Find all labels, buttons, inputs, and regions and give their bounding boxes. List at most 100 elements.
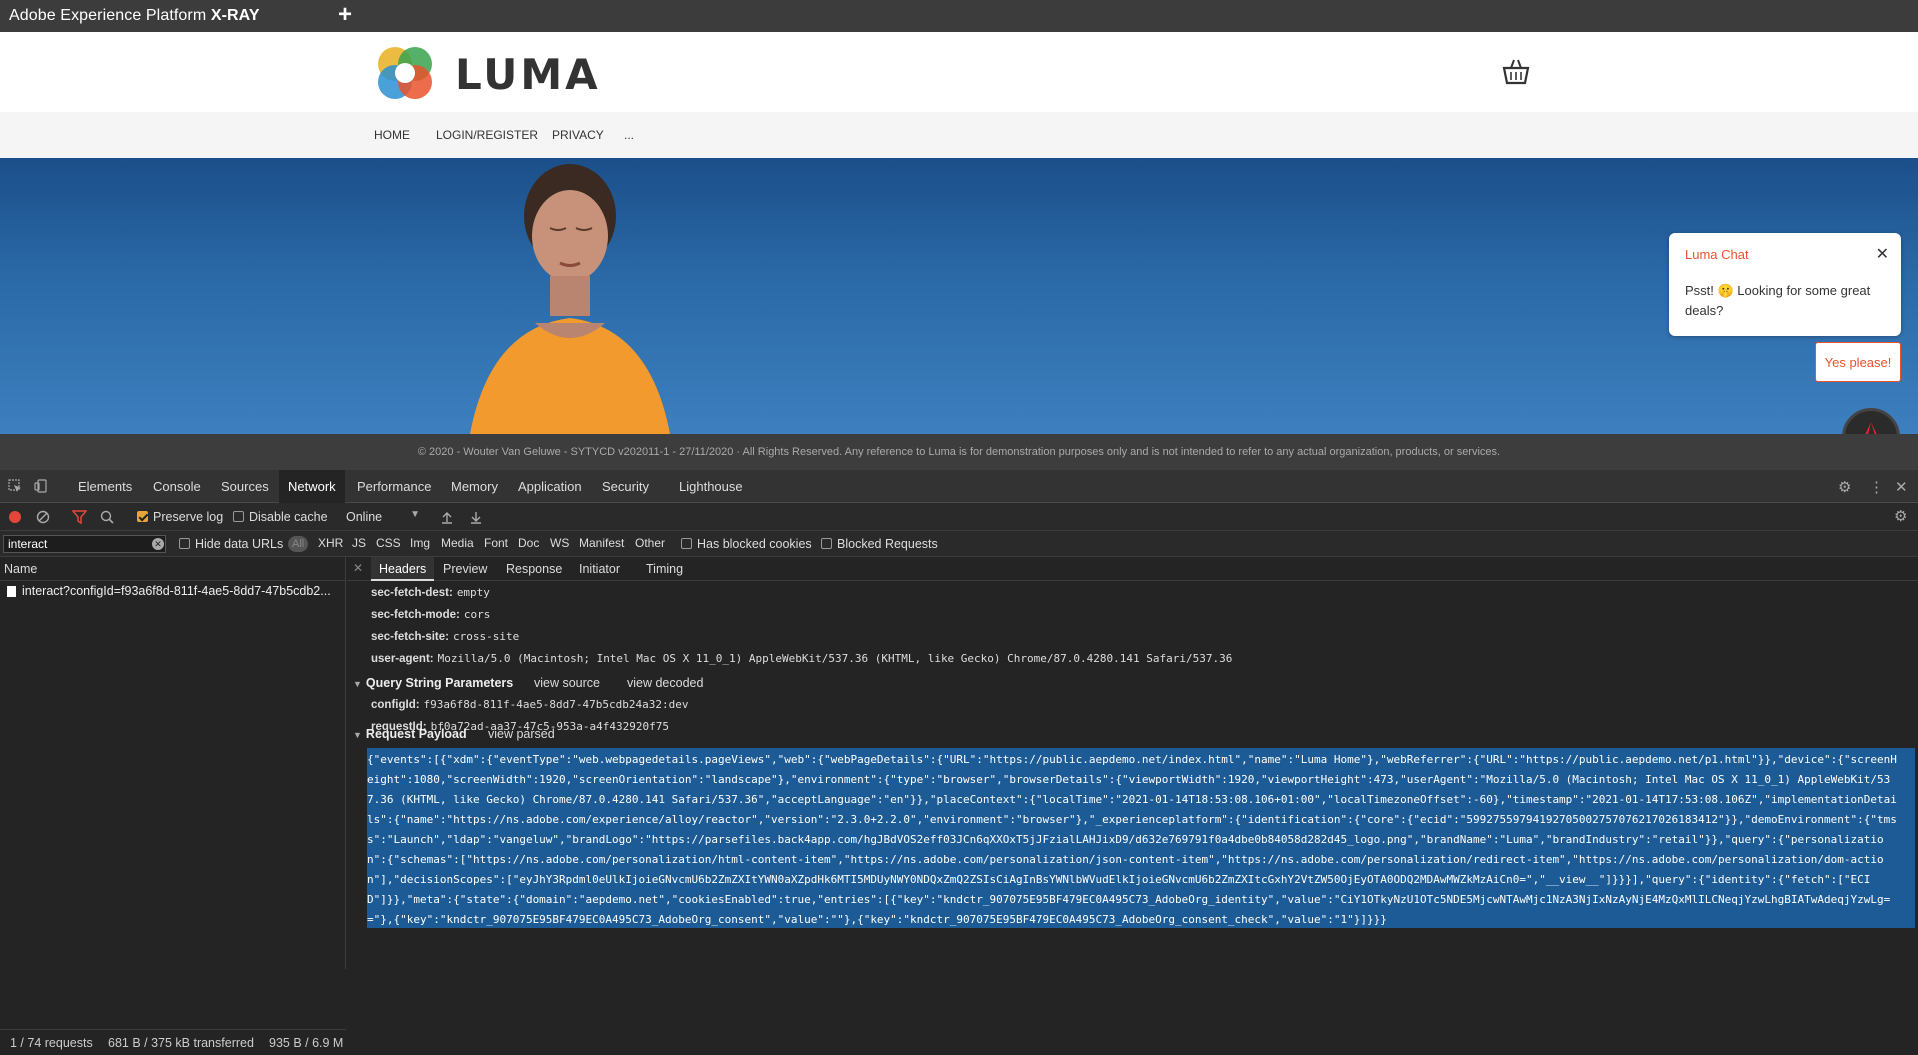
hero-person-image — [470, 164, 670, 434]
filter-icon[interactable] — [72, 510, 87, 524]
record-icon[interactable] — [8, 510, 22, 524]
devtools-tab-bar: Elements Console Sources Network Perform… — [0, 470, 1918, 503]
import-har-icon[interactable] — [441, 510, 453, 524]
nav-more[interactable]: ... — [624, 128, 634, 142]
status-resources: 935 B / 6.9 M — [269, 1036, 344, 1050]
view-source-link[interactable]: view source — [534, 676, 600, 690]
tab-elements[interactable]: Elements — [69, 470, 141, 503]
close-detail-icon[interactable]: ✕ — [353, 561, 363, 575]
chat-yes-button[interactable]: Yes please! — [1815, 342, 1901, 382]
header-row: user-agent: Mozilla/5.0 (Macintosh; Intel… — [371, 652, 1232, 665]
request-detail-pane: ✕ Headers Preview Response Initiator Tim… — [347, 557, 1918, 969]
chat-close-icon[interactable]: ✕ — [1876, 244, 1889, 264]
throttling-select[interactable]: Online ▼ — [346, 509, 420, 524]
cart-icon[interactable] — [1500, 56, 1532, 86]
network-settings-gear-icon[interactable]: ⚙ — [1894, 507, 1907, 525]
nav-login-register[interactable]: LOGIN/REGISTER — [436, 128, 538, 142]
tab-sources[interactable]: Sources — [212, 470, 278, 503]
close-devtools-icon[interactable]: ✕ — [1895, 478, 1908, 496]
nav-privacy[interactable]: PRIVACY — [552, 128, 604, 142]
has-blocked-cookies-label: Has blocked cookies — [697, 537, 812, 551]
payload-line: eight":1080,"screenWidth":1920,"screenOr… — [367, 773, 1891, 786]
view-decoded-link[interactable]: view decoded — [627, 676, 703, 690]
filter-type-doc[interactable]: Doc — [518, 536, 539, 550]
luma-logo-icon[interactable] — [373, 40, 437, 104]
expand-triangle-icon: ▼ — [353, 730, 362, 740]
search-icon[interactable] — [100, 510, 114, 524]
payload-line: 7.36 (KHTML, like Gecko) Chrome/87.0.428… — [367, 793, 1897, 806]
app-title-bold: X-RAY — [210, 7, 260, 24]
new-tab-button[interactable]: + — [338, 2, 352, 28]
tab-lighthouse[interactable]: Lighthouse — [670, 470, 752, 503]
header-value: cors — [463, 608, 491, 621]
app-title-text: Adobe Experience Platform — [9, 7, 211, 24]
chat-title: Luma Chat — [1685, 247, 1749, 262]
tab-security[interactable]: Security — [593, 470, 658, 503]
disable-cache-check-icon — [233, 511, 244, 522]
settings-gear-icon[interactable]: ⚙ — [1838, 478, 1851, 496]
header-row: sec-fetch-site: cross-site — [371, 630, 519, 643]
tab-headers[interactable]: Headers — [371, 557, 435, 581]
export-har-icon[interactable] — [470, 510, 482, 524]
tab-response[interactable]: Response — [498, 557, 570, 581]
request-payload-section-toggle[interactable]: ▼ Request Payload — [353, 727, 467, 741]
filter-type-xhr[interactable]: XHR — [318, 536, 343, 550]
filter-input[interactable] — [3, 535, 166, 553]
param-key: configId: — [371, 699, 420, 711]
preserve-log-check-icon — [137, 511, 148, 522]
nav-home[interactable]: HOME — [374, 128, 410, 142]
has-blocked-cookies-checkbox[interactable]: Has blocked cookies — [681, 537, 812, 551]
has-blocked-cookies-check-icon — [681, 538, 692, 549]
document-icon — [7, 586, 16, 597]
filter-type-all[interactable]: All — [288, 536, 309, 552]
clear-filter-icon[interactable]: ✕ — [152, 538, 164, 550]
payload-line: D"]}},"meta":{"state":{"domain":"aepdemo… — [367, 893, 1891, 906]
column-header-name[interactable]: Name — [0, 557, 346, 581]
device-toolbar-icon[interactable] — [34, 479, 48, 493]
query-string-section-toggle[interactable]: ▼ Query String Parameters — [353, 676, 513, 690]
filter-type-other[interactable]: Other — [635, 536, 665, 550]
query-section-title: Query String Parameters — [365, 676, 514, 690]
site-header: LUMA — [0, 32, 1918, 112]
view-parsed-link[interactable]: view parsed — [488, 727, 555, 741]
header-row: sec-fetch-dest: empty — [371, 586, 490, 599]
payload-section-title: Request Payload — [365, 727, 467, 741]
hide-data-urls-checkbox[interactable]: Hide data URLs — [179, 537, 283, 551]
inspect-element-icon[interactable] — [8, 479, 22, 493]
filter-type-img[interactable]: Img — [410, 536, 430, 550]
payload-line: n":{"schemas":["https://ns.adobe.com/per… — [367, 853, 1884, 866]
more-options-icon[interactable]: ⋮ — [1869, 478, 1884, 496]
tab-network[interactable]: Network — [279, 470, 345, 503]
filter-type-css[interactable]: CSS — [376, 536, 401, 550]
preserve-log-label: Preserve log — [153, 510, 224, 524]
filter-type-media[interactable]: Media — [441, 536, 474, 550]
param-value: f93a6f8d-811f-4ae5-8dd7-47b5cdb24a32:dev — [423, 698, 689, 711]
tab-console[interactable]: Console — [144, 470, 210, 503]
tab-memory[interactable]: Memory — [442, 470, 507, 503]
status-transferred: 681 B / 375 kB transferred — [108, 1036, 254, 1050]
payload-line: s":"Launch","ldap":"vangeluw","brandLogo… — [367, 833, 1884, 846]
request-payload-body[interactable]: {"events":[{"xdm":{"eventType":"web.webp… — [367, 748, 1915, 928]
tab-initiator[interactable]: Initiator — [571, 557, 628, 581]
request-row[interactable]: interact?configId=f93a6f8d-811f-4ae5-8dd… — [0, 581, 346, 601]
tab-application[interactable]: Application — [509, 470, 591, 503]
filter-type-manifest[interactable]: Manifest — [579, 536, 624, 550]
blocked-requests-checkbox[interactable]: Blocked Requests — [821, 537, 938, 551]
filter-type-font[interactable]: Font — [484, 536, 508, 550]
tab-timing[interactable]: Timing — [638, 557, 691, 581]
app-title: Adobe Experience Platform X-RAY — [0, 7, 260, 25]
preserve-log-checkbox[interactable]: Preserve log — [137, 510, 223, 524]
filter-type-js[interactable]: JS — [352, 536, 366, 550]
request-list: Name interact?configId=f93a6f8d-811f-4ae… — [0, 557, 346, 1050]
tab-preview[interactable]: Preview — [435, 557, 495, 581]
payload-line: n"],"decisionScopes":["eyJhY3Rpdml0eUlkI… — [367, 873, 1871, 886]
disable-cache-checkbox[interactable]: Disable cache — [233, 510, 328, 524]
header-key: sec-fetch-dest: — [371, 587, 453, 599]
filter-type-ws[interactable]: WS — [550, 536, 569, 550]
disable-cache-label: Disable cache — [249, 510, 328, 524]
tab-performance[interactable]: Performance — [348, 470, 440, 503]
hide-data-urls-label: Hide data URLs — [195, 537, 284, 551]
status-requests: 1 / 74 requests — [10, 1036, 93, 1050]
query-param-row: configId: f93a6f8d-811f-4ae5-8dd7-47b5cdb… — [371, 698, 688, 711]
clear-icon[interactable] — [36, 510, 50, 524]
